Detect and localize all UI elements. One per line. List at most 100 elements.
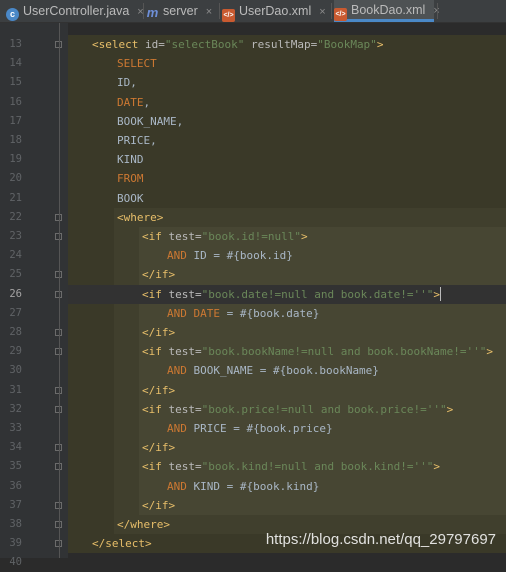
line-number: 17 bbox=[9, 114, 22, 127]
code-line: FROM bbox=[117, 169, 144, 188]
code-editor[interactable]: <select id="selectBook" resultMap="BookM… bbox=[68, 23, 506, 558]
code-line: BOOK bbox=[117, 189, 144, 208]
code-token: > bbox=[433, 287, 441, 301]
tab-separator bbox=[437, 3, 438, 19]
line-number: 24 bbox=[9, 249, 22, 262]
code-line: </where> bbox=[117, 515, 170, 534]
code-token: > bbox=[300, 230, 308, 243]
code-token: ID = #{book.id} bbox=[186, 249, 293, 263]
code-token: test= bbox=[168, 402, 202, 416]
code-token: </if> bbox=[142, 268, 176, 282]
code-token: > bbox=[433, 460, 441, 474]
code-token: "book.bookName!=null and book.bookName!=… bbox=[201, 345, 487, 359]
tab-label: server bbox=[163, 4, 198, 18]
code-line: <if test="book.bookName!=null and book.b… bbox=[142, 342, 493, 361]
code-token: > bbox=[376, 38, 384, 51]
code-token: KIND = #{book.kind} bbox=[186, 479, 320, 493]
line-number: 38 bbox=[9, 518, 22, 530]
code-line: <if test="book.price!=null and book.pric… bbox=[142, 400, 453, 419]
line-number: 27 bbox=[9, 306, 22, 319]
code-token: id= bbox=[144, 38, 165, 51]
code-line: </if> bbox=[142, 496, 175, 515]
code-token: FROM bbox=[117, 172, 144, 186]
line-number: 22 bbox=[9, 210, 22, 223]
line-number: 35 bbox=[9, 460, 22, 473]
code-token: AND bbox=[167, 364, 187, 378]
gutter-separator bbox=[59, 23, 60, 558]
line-number: 15 bbox=[9, 76, 22, 89]
tab-usercontroller-java[interactable]: c UserController.java × bbox=[6, 0, 144, 22]
close-tab-icon[interactable]: × bbox=[206, 6, 212, 18]
line-number: 20 bbox=[9, 172, 22, 185]
xml-file-icon: </> bbox=[334, 8, 347, 21]
code-token: test= bbox=[168, 230, 202, 243]
code-token: BOOK_NAME, bbox=[117, 114, 184, 128]
line-number: 23 bbox=[9, 230, 22, 242]
code-line: AND ID = #{book.id} bbox=[167, 246, 293, 265]
code-token: </where> bbox=[117, 518, 170, 531]
code-line: <select id="selectBook" resultMap="BookM… bbox=[92, 35, 383, 54]
code-token: PRICE, bbox=[117, 134, 157, 147]
close-tab-icon[interactable]: × bbox=[319, 6, 325, 18]
code-line: KIND bbox=[117, 150, 144, 169]
code-line: <if test="book.id!=null"> bbox=[142, 227, 308, 246]
code-line: AND PRICE = #{book.price} bbox=[167, 419, 333, 438]
line-number: 16 bbox=[9, 95, 22, 108]
code-line: </if> bbox=[142, 323, 175, 342]
code-line: <if test="book.kind!=null and book.kind!… bbox=[142, 457, 440, 476]
code-token: <if bbox=[142, 230, 169, 243]
code-token: <if bbox=[142, 402, 169, 416]
code-line: <where> bbox=[117, 208, 163, 227]
code-token: BOOK bbox=[117, 191, 144, 205]
code-line: </if> bbox=[142, 381, 175, 400]
code-line: </select> bbox=[92, 534, 152, 553]
code-token: AND bbox=[167, 249, 187, 263]
code-token: </if> bbox=[142, 326, 176, 339]
code-token: AND bbox=[167, 306, 187, 320]
line-number: 30 bbox=[9, 364, 22, 377]
line-number: 32 bbox=[9, 402, 22, 415]
code-token: test= bbox=[168, 287, 202, 301]
code-line: SELECT bbox=[117, 54, 157, 73]
code-line: <if test="book.date!=null and book.date!… bbox=[142, 285, 442, 304]
tab-label: BookDao.xml bbox=[351, 3, 426, 17]
xml-file-icon: </> bbox=[222, 9, 235, 22]
code-token: = #{book.date} bbox=[220, 306, 320, 320]
line-number: 25 bbox=[9, 268, 22, 281]
line-number: 37 bbox=[9, 498, 22, 511]
code-line: BOOK_NAME, bbox=[117, 112, 183, 131]
code-token: DATE bbox=[117, 95, 144, 109]
code-token: </if> bbox=[142, 441, 176, 455]
watermark-text: https://blog.csdn.net/qq_29797697 bbox=[265, 531, 496, 548]
code-token: > bbox=[486, 345, 494, 359]
code-token: <where> bbox=[117, 210, 164, 224]
line-number: 18 bbox=[9, 134, 22, 146]
line-number: 34 bbox=[9, 441, 22, 454]
code-line: </if> bbox=[142, 265, 175, 284]
maven-module-icon: m bbox=[146, 5, 159, 20]
code-line: PRICE, bbox=[117, 131, 157, 150]
tab-bookdao-xml[interactable]: </>BookDao.xml× bbox=[334, 0, 440, 22]
code-token: KIND bbox=[117, 153, 144, 167]
code-token: > bbox=[446, 402, 454, 416]
tab-label: UserDao.xml bbox=[239, 4, 312, 18]
code-token: <if bbox=[142, 345, 169, 359]
tab-userdao-xml[interactable]: </> UserDao.xml × bbox=[222, 0, 328, 22]
code-token: SELECT bbox=[117, 57, 157, 71]
code-line: </if> bbox=[142, 438, 175, 457]
line-number: 28 bbox=[9, 326, 22, 338]
code-token: </select> bbox=[92, 537, 152, 551]
code-line: ID, bbox=[117, 73, 137, 92]
line-number: 26 bbox=[9, 287, 22, 300]
tab-separator bbox=[331, 3, 332, 19]
code-token: </if> bbox=[142, 498, 176, 512]
code-token: "BookMap" bbox=[317, 38, 377, 51]
code-token: "book.id!=null" bbox=[201, 230, 301, 243]
code-token: test= bbox=[168, 345, 202, 359]
tab-server[interactable]: m server × bbox=[146, 0, 216, 22]
code-token: test= bbox=[168, 460, 202, 474]
code-token: "selectBook" bbox=[164, 38, 245, 51]
code-token: <if bbox=[142, 287, 169, 301]
code-token: , bbox=[143, 95, 151, 109]
line-number: 14 bbox=[9, 57, 22, 70]
